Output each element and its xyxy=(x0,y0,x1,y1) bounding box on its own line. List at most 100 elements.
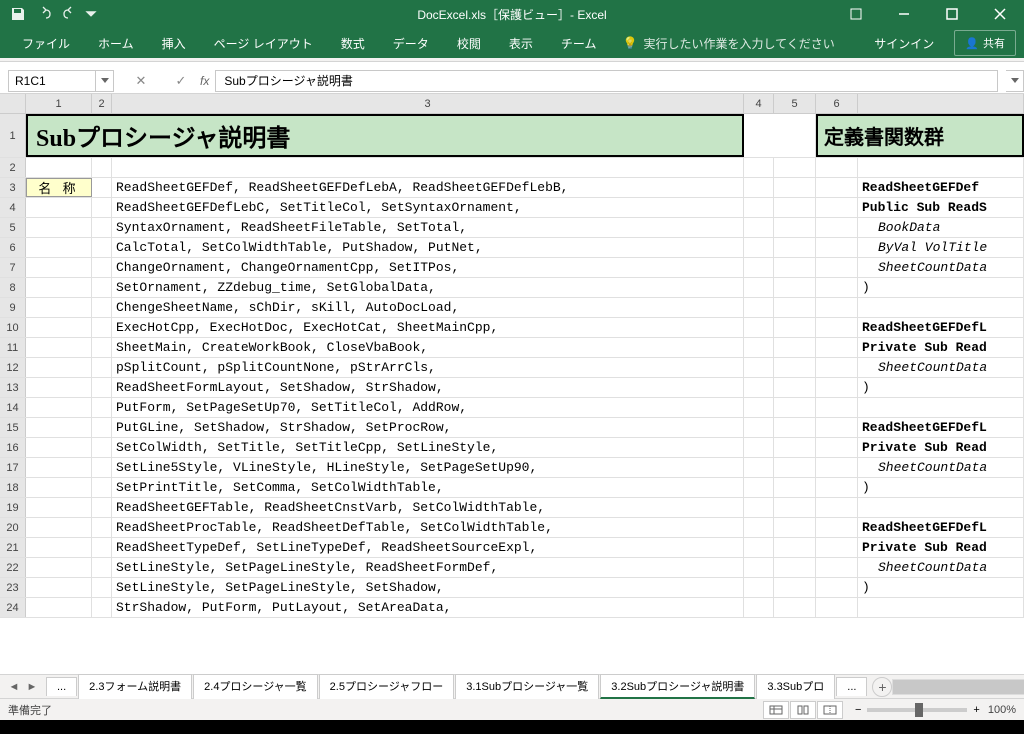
cell[interactable] xyxy=(92,278,112,297)
cell[interactable] xyxy=(26,538,92,557)
cell[interactable]: pSplitCount, pSplitCountNone, pStrArrCls… xyxy=(112,358,744,377)
cell[interactable] xyxy=(744,198,774,217)
row-header[interactable]: 1 xyxy=(0,114,26,157)
row-header[interactable]: 5 xyxy=(0,218,26,237)
tab-pagelayout[interactable]: ページ レイアウト xyxy=(200,29,327,58)
sheet-tab[interactable]: 2.4プロシージャ一覧 xyxy=(193,674,318,699)
cell[interactable] xyxy=(92,398,112,417)
cell[interactable]: ReadSheetGEFDefLebC, SetTitleCol, SetSyn… xyxy=(112,198,744,217)
cell[interactable] xyxy=(26,278,92,297)
cell[interactable] xyxy=(112,158,744,177)
tab-insert[interactable]: 挿入 xyxy=(148,29,200,58)
name-box-dropdown[interactable] xyxy=(96,70,114,92)
cell[interactable] xyxy=(26,238,92,257)
cell[interactable]: ReadSheetGEFDefL xyxy=(858,318,1024,337)
view-pagelayout-button[interactable] xyxy=(790,701,816,719)
cell[interactable]: ) xyxy=(858,478,1024,497)
cell[interactable] xyxy=(26,298,92,317)
maximize-icon[interactable] xyxy=(932,0,972,28)
ribbon-display-icon[interactable] xyxy=(836,0,876,28)
cell[interactable] xyxy=(774,398,816,417)
cell[interactable] xyxy=(816,258,858,277)
add-sheet-button[interactable]: + xyxy=(872,677,892,697)
column-header[interactable]: 1 xyxy=(26,94,92,113)
cell[interactable]: 名 称 xyxy=(26,178,92,197)
row-header[interactable]: 8 xyxy=(0,278,26,297)
cell[interactable]: ) xyxy=(858,578,1024,597)
cell[interactable]: ReadSheetGEFDefL xyxy=(858,418,1024,437)
row-header[interactable]: 7 xyxy=(0,258,26,277)
cell[interactable] xyxy=(744,158,774,177)
redo-icon[interactable] xyxy=(58,2,82,26)
cell[interactable] xyxy=(816,458,858,477)
cell[interactable] xyxy=(816,398,858,417)
cell[interactable] xyxy=(816,318,858,337)
cell[interactable] xyxy=(26,318,92,337)
cell[interactable] xyxy=(26,218,92,237)
cell[interactable]: ReadSheetTypeDef, SetLineTypeDef, ReadSh… xyxy=(112,538,744,557)
column-header[interactable]: 3 xyxy=(112,94,744,113)
row-header[interactable]: 2 xyxy=(0,158,26,177)
cell[interactable] xyxy=(774,318,816,337)
cell[interactable] xyxy=(92,578,112,597)
cell[interactable] xyxy=(744,498,774,517)
cell[interactable] xyxy=(92,258,112,277)
cell[interactable]: BookData xyxy=(858,218,1024,237)
cell[interactable] xyxy=(774,298,816,317)
tell-me-search[interactable]: 💡 実行したい作業を入力してください xyxy=(622,35,834,52)
cell[interactable] xyxy=(92,418,112,437)
cell[interactable]: PutForm, SetPageSetUp70, SetTitleCol, Ad… xyxy=(112,398,744,417)
cell[interactable] xyxy=(92,438,112,457)
cell[interactable] xyxy=(26,498,92,517)
cell[interactable] xyxy=(816,438,858,457)
formula-expand[interactable] xyxy=(1006,70,1024,92)
cell[interactable] xyxy=(858,398,1024,417)
cell[interactable] xyxy=(92,178,112,197)
qat-dropdown-icon[interactable] xyxy=(84,2,98,26)
cell[interactable]: SetColWidth, SetTitle, SetTitleCpp, SetL… xyxy=(112,438,744,457)
view-pagebreak-button[interactable] xyxy=(817,701,843,719)
tab-formulas[interactable]: 数式 xyxy=(327,29,379,58)
cell[interactable]: ReadSheetProcTable, ReadSheetDefTable, S… xyxy=(112,518,744,537)
row-header[interactable]: 17 xyxy=(0,458,26,477)
cell[interactable] xyxy=(26,198,92,217)
cell[interactable]: ChangeOrnament, ChangeOrnamentCpp, SetIT… xyxy=(112,258,744,277)
cell[interactable]: SetLineStyle, SetPageLineStyle, SetShado… xyxy=(112,578,744,597)
sheet-tab-more[interactable]: ... xyxy=(836,677,867,696)
sheet-tab[interactable]: 2.5プロシージャフロー xyxy=(319,674,455,699)
cell[interactable] xyxy=(92,538,112,557)
tab-nav-prev[interactable]: ◄ xyxy=(6,679,22,695)
cell[interactable] xyxy=(774,418,816,437)
formula-input[interactable]: Subプロシージャ説明書 xyxy=(215,70,998,92)
tab-nav-next[interactable]: ► xyxy=(24,679,40,695)
cell[interactable]: StrShadow, PutForm, PutLayout, SetAreaDa… xyxy=(112,598,744,617)
cell[interactable] xyxy=(92,338,112,357)
cell[interactable]: CalcTotal, SetColWidthTable, PutShadow, … xyxy=(112,238,744,257)
cell[interactable] xyxy=(744,418,774,437)
tab-file[interactable]: ファイル xyxy=(8,29,84,58)
cell[interactable] xyxy=(92,238,112,257)
view-normal-button[interactable] xyxy=(763,701,789,719)
cell[interactable] xyxy=(816,338,858,357)
row-header[interactable]: 11 xyxy=(0,338,26,357)
cell[interactable] xyxy=(744,478,774,497)
cell[interactable]: SheetCountData xyxy=(858,558,1024,577)
cell[interactable] xyxy=(26,158,92,177)
cell[interactable] xyxy=(744,218,774,237)
cell[interactable] xyxy=(816,158,858,177)
cell[interactable] xyxy=(816,298,858,317)
cell[interactable] xyxy=(774,598,816,617)
share-button[interactable]: 👤 共有 xyxy=(954,30,1016,56)
cell[interactable] xyxy=(744,598,774,617)
cell[interactable] xyxy=(774,258,816,277)
cell[interactable] xyxy=(774,518,816,537)
cell[interactable] xyxy=(744,538,774,557)
cell[interactable] xyxy=(26,598,92,617)
enter-formula-button[interactable]: ✓ xyxy=(168,70,194,92)
title-cell-1[interactable]: Subプロシージャ説明書 xyxy=(26,114,744,157)
cell[interactable] xyxy=(92,298,112,317)
row-header[interactable]: 4 xyxy=(0,198,26,217)
cell[interactable] xyxy=(26,518,92,537)
cell[interactable] xyxy=(26,338,92,357)
cell[interactable]: SetLine5Style, VLineStyle, HLineStyle, S… xyxy=(112,458,744,477)
